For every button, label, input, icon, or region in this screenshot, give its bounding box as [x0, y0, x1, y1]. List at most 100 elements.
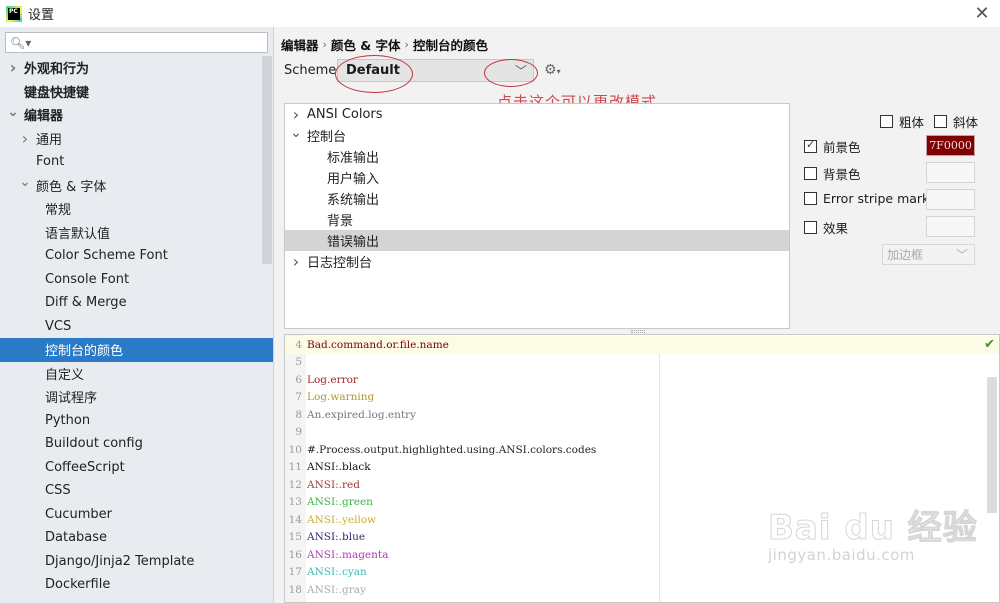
- line-number: 18: [288, 583, 302, 596]
- chevron-down-icon[interactable]: ⌄: [18, 174, 32, 190]
- checkbox[interactable]: [804, 221, 817, 234]
- preview-line: 15 ANSI:.blue: [285, 529, 999, 547]
- preview-line-text: ANSI:.yellow: [307, 513, 377, 526]
- chevron-right-icon[interactable]: ›: [18, 129, 32, 148]
- sidebar-item[interactable]: 语言默认值: [0, 221, 262, 245]
- sidebar-item[interactable]: Dockerfile: [0, 573, 262, 597]
- checkbox[interactable]: [804, 192, 817, 205]
- chevron-right-icon[interactable]: ›: [6, 58, 20, 77]
- sidebar-item-label: 自定义: [45, 367, 85, 383]
- bold-checkbox[interactable]: 粗体: [879, 112, 924, 131]
- settings-search-input[interactable]: 🔍︎▾: [5, 32, 268, 53]
- scheme-label: Scheme:: [284, 63, 341, 78]
- line-number: 10: [288, 443, 302, 456]
- sidebar-item[interactable]: › 外观和行为: [0, 56, 262, 80]
- sidebar-item[interactable]: Django/Jinja2 Template: [0, 550, 262, 574]
- line-number: 9: [295, 426, 302, 439]
- sidebar-item[interactable]: 常规: [0, 197, 262, 221]
- preview-line: 5: [285, 354, 999, 372]
- sidebar-item[interactable]: Database: [0, 526, 262, 550]
- splitter-handle[interactable]: [631, 330, 645, 333]
- line-number: 6: [295, 373, 302, 386]
- error-stripe-color-swatch[interactable]: [926, 189, 975, 210]
- checkbox[interactable]: [804, 167, 817, 180]
- error-stripe-checkbox[interactable]: Error stripe mark: [804, 191, 929, 206]
- sidebar-item[interactable]: Cucumber: [0, 503, 262, 527]
- line-number: 11: [288, 461, 302, 474]
- sidebar-item-label: Django/Jinja2 Template: [45, 553, 195, 569]
- sidebar-item[interactable]: ⌄ 编辑器: [0, 103, 262, 127]
- sidebar-item[interactable]: CSS: [0, 479, 262, 503]
- line-number: 7: [295, 391, 302, 404]
- sidebar-item-label: Database: [45, 530, 108, 546]
- checkbox[interactable]: [933, 115, 947, 128]
- sidebar-item[interactable]: Buildout config: [0, 432, 262, 456]
- background-label: 背景色: [823, 167, 861, 182]
- line-number: 16: [288, 548, 302, 561]
- close-button[interactable]: ✕: [972, 2, 992, 24]
- color-preview-editor[interactable]: 4 Bad.command.or.file.name 5 6 Log.error 7 Log…: [284, 334, 1000, 603]
- checkbox[interactable]: [879, 115, 893, 128]
- chevron-right-icon[interactable]: ›: [285, 105, 307, 124]
- sidebar-item[interactable]: Console Font: [0, 268, 262, 292]
- color-element-label: 日志控制台: [307, 256, 373, 271]
- color-element-item[interactable]: 背景: [285, 209, 789, 230]
- sidebar-scrollbar[interactable]: [262, 56, 272, 264]
- sidebar-item[interactable]: › 通用: [0, 127, 262, 151]
- line-number: 5: [295, 356, 302, 369]
- color-element-item[interactable]: 标准输出: [285, 146, 789, 167]
- preview-line: 12 ANSI:.red: [285, 476, 999, 494]
- foreground-color-swatch[interactable]: 7F0000: [926, 135, 975, 156]
- preview-line-text: ANSI:.blue: [307, 531, 366, 544]
- preview-line: 18 ANSI:.gray: [285, 581, 999, 599]
- chevron-down-icon[interactable]: ⌄: [6, 104, 20, 120]
- effects-checkbox[interactable]: 效果: [804, 218, 848, 237]
- checkbox-checked[interactable]: [804, 138, 817, 153]
- sidebar-item[interactable]: Diff & Merge: [0, 291, 262, 315]
- sidebar-item-label: 调试程序: [45, 391, 98, 407]
- background-color-swatch[interactable]: [926, 162, 975, 183]
- sidebar-item[interactable]: 键盘快捷键: [0, 80, 262, 104]
- color-element-item[interactable]: 用户输入: [285, 167, 789, 188]
- color-element-item[interactable]: 错误输出: [285, 230, 789, 251]
- foreground-checkbox[interactable]: 前景色: [804, 137, 861, 156]
- preview-line-text: ANSI:.red: [307, 478, 360, 491]
- sidebar-item[interactable]: ⌄ 颜色 & 字体: [0, 174, 262, 198]
- line-number: 8: [295, 408, 302, 421]
- effects-color-swatch[interactable]: [926, 216, 975, 237]
- sidebar-item-label: CoffeeScript: [45, 459, 125, 475]
- error-stripe-label: Error stripe mark: [823, 191, 930, 206]
- effect-type-dropdown[interactable]: 加边框 ﹀: [882, 244, 975, 265]
- sidebar-item[interactable]: 控制台的颜色: [0, 338, 273, 362]
- sidebar-item[interactable]: Color Scheme Font: [0, 244, 262, 268]
- color-element-item[interactable]: › ANSI Colors: [285, 104, 789, 125]
- bold-label: 粗体: [898, 115, 924, 130]
- preview-line-text: ANSI:.magenta: [307, 548, 389, 561]
- color-element-label: 系统输出: [327, 193, 380, 208]
- preview-line: 9: [285, 424, 999, 442]
- sidebar-item-label: Python: [45, 412, 91, 428]
- annotation-circle: [484, 59, 538, 87]
- italic-checkbox[interactable]: 斜体: [933, 112, 978, 131]
- color-element-item[interactable]: › 日志控制台: [285, 251, 789, 272]
- sidebar-item[interactable]: 自定义: [0, 362, 262, 386]
- sidebar-item[interactable]: Font: [0, 150, 262, 174]
- chevron-down-icon[interactable]: ⌄: [285, 125, 307, 141]
- preview-line: 17 ANSI:.cyan: [285, 564, 999, 582]
- color-element-item[interactable]: 系统输出: [285, 188, 789, 209]
- color-element-item[interactable]: ⌄ 控制台: [285, 125, 789, 146]
- preview-scrollbar[interactable]: [987, 377, 997, 513]
- close-icon: ✕: [974, 2, 990, 24]
- italic-label: 斜体: [952, 115, 978, 130]
- chevron-right-icon[interactable]: ›: [285, 252, 307, 271]
- scheme-gear-button[interactable]: ⚙▾: [544, 62, 561, 78]
- sidebar-item[interactable]: Python: [0, 409, 262, 433]
- sidebar-item-label: 外观和行为: [24, 62, 90, 78]
- sidebar-item[interactable]: VCS: [0, 315, 262, 339]
- sidebar-item-label: 常规: [45, 203, 72, 219]
- background-checkbox[interactable]: 背景色: [804, 164, 861, 183]
- preview-line: 10 #.Process.output.highlighted.using.ANS…: [285, 441, 999, 459]
- sidebar-item[interactable]: CoffeeScript: [0, 456, 262, 480]
- settings-content: 编辑器 › 颜色 & 字体 › 控制台的颜色 Scheme: Default ﹀…: [275, 27, 1000, 603]
- sidebar-item[interactable]: 调试程序: [0, 385, 262, 409]
